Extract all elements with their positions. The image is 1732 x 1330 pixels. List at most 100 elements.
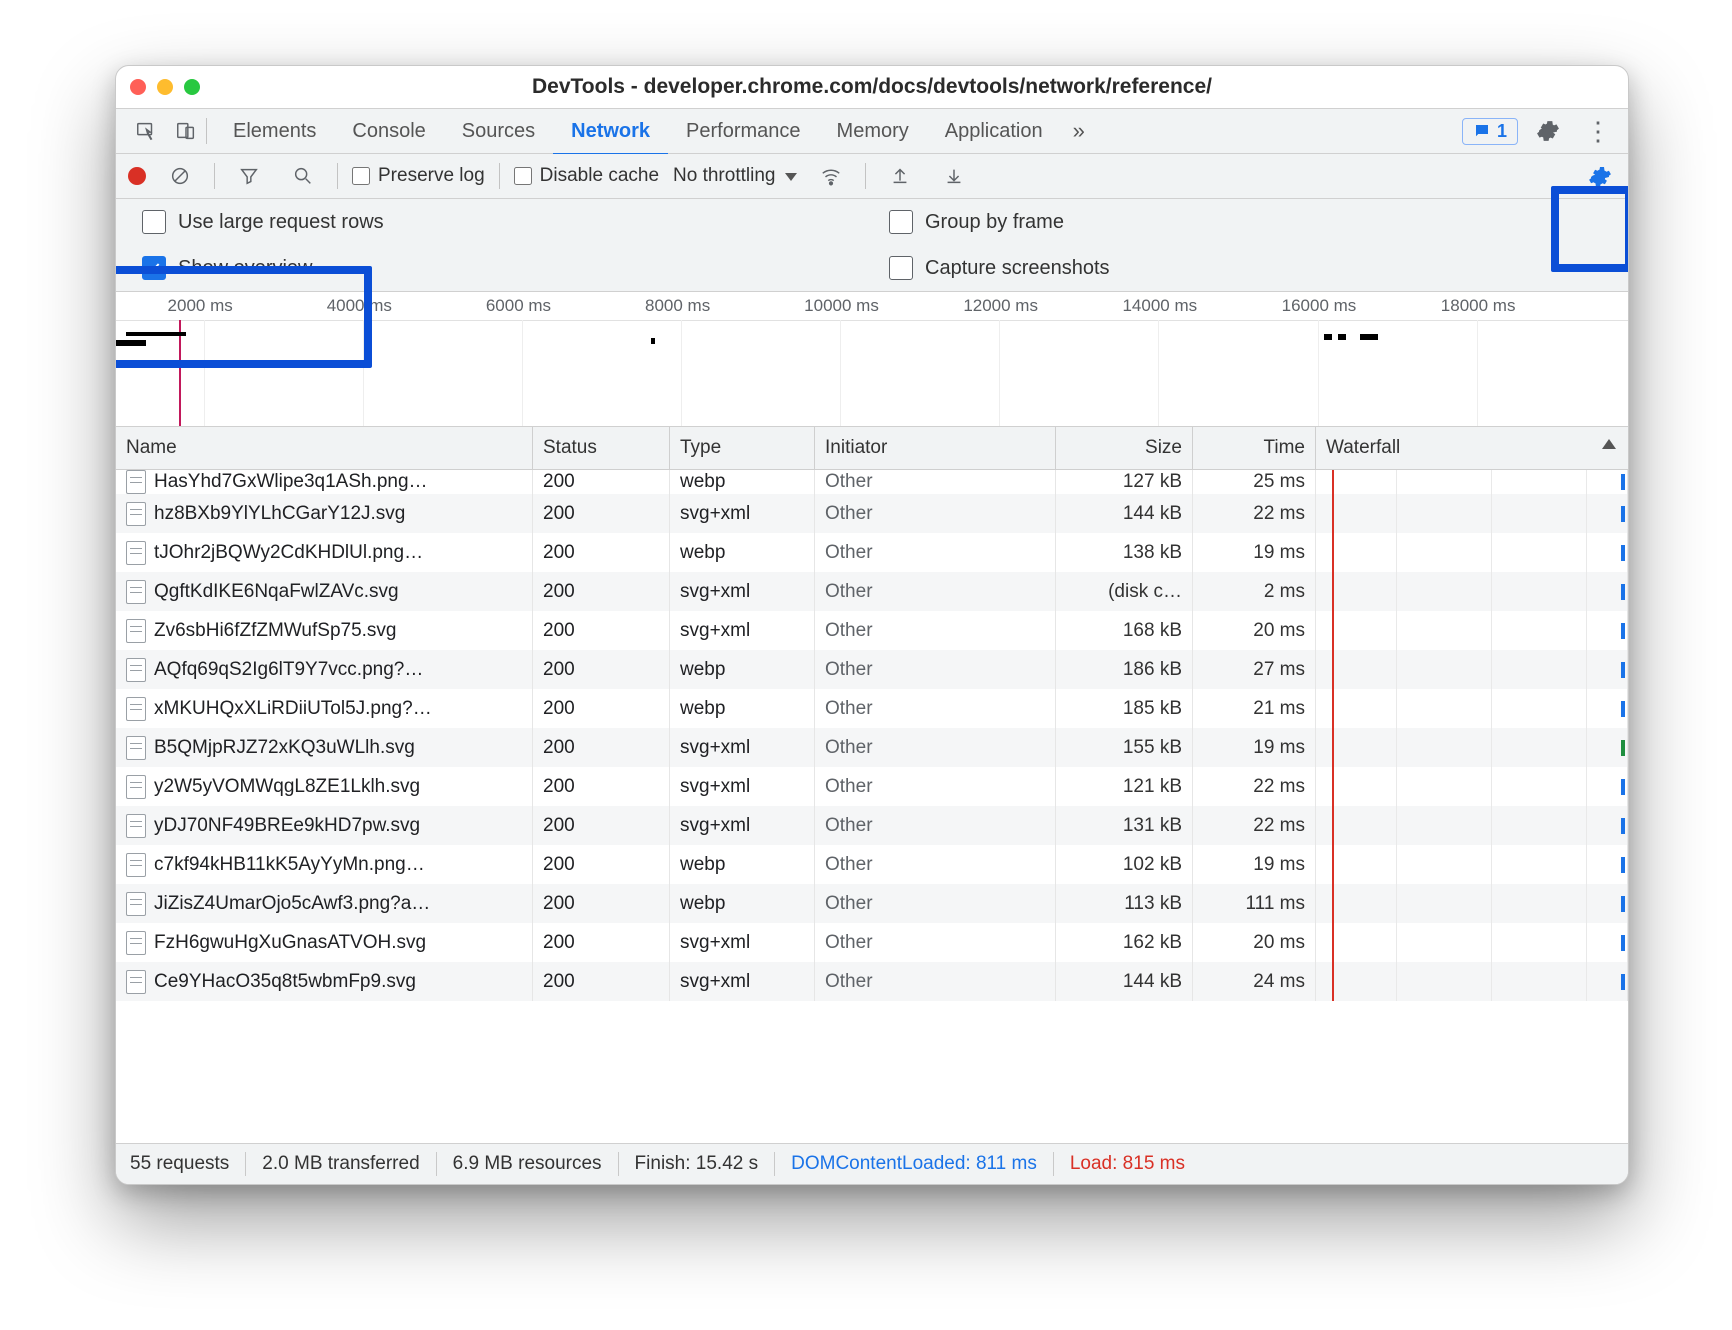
tab-elements[interactable]: Elements: [215, 109, 334, 156]
request-initiator: Other: [815, 533, 1056, 572]
table-row[interactable]: c7kf94kHB11kK5AyYyMn.png…200webpOther102…: [116, 845, 1628, 884]
group-by-frame-checkbox[interactable]: [889, 210, 913, 234]
preserve-log-checkbox[interactable]: Preserve log: [352, 165, 485, 187]
clear-icon[interactable]: [160, 159, 200, 193]
table-row[interactable]: y2W5yVOMWqgL8ZE1Lklh.svg200svg+xmlOther1…: [116, 767, 1628, 806]
table-row[interactable]: yDJ70NF49BREe9kHD7pw.svg200svg+xmlOther1…: [116, 806, 1628, 845]
col-initiator[interactable]: Initiator: [815, 427, 1056, 469]
gear-icon[interactable]: [1528, 114, 1568, 148]
table-row[interactable]: JiZisZ4UmarOjo5cAwf3.png?a…200webpOther1…: [116, 884, 1628, 923]
request-name: Ce9YHacO35q8t5wbmFp9.svg: [154, 971, 416, 993]
request-time: 19 ms: [1193, 728, 1316, 767]
capture-screenshots-label: Capture screenshots: [925, 257, 1110, 280]
col-waterfall[interactable]: Waterfall: [1316, 427, 1628, 469]
request-size: 102 kB: [1056, 845, 1193, 884]
throttling-select[interactable]: No throttling: [673, 165, 797, 187]
disable-cache-checkbox[interactable]: Disable cache: [514, 165, 659, 187]
table-row[interactable]: xMKUHQxXLiRDiiUTol5J.png?…200webpOther18…: [116, 689, 1628, 728]
tab-console[interactable]: Console: [334, 109, 443, 156]
issues-badge[interactable]: 1: [1462, 118, 1518, 145]
request-table[interactable]: HasYhd7GxWlipe3q1ASh.png…200webpOther127…: [116, 470, 1628, 1143]
request-initiator: Other: [815, 845, 1056, 884]
table-row[interactable]: AQfq69qS2Ig6lT9Y7vcc.png?…200webpOther18…: [116, 650, 1628, 689]
request-size: 113 kB: [1056, 884, 1193, 923]
file-icon: [126, 619, 146, 643]
col-time[interactable]: Time: [1193, 427, 1316, 469]
table-row[interactable]: QgftKdIKE6NqaFwlZAVc.svg200svg+xmlOther(…: [116, 572, 1628, 611]
table-row[interactable]: FzH6gwuHgXuGnasATVOH.svg200svg+xmlOther1…: [116, 923, 1628, 962]
filter-icon[interactable]: [229, 159, 269, 193]
status-requests: 55 requests: [130, 1153, 229, 1175]
more-tabs-button[interactable]: »: [1061, 118, 1097, 144]
network-settings-gear-icon[interactable]: [1582, 159, 1618, 195]
overview-tick: 12000 ms: [963, 296, 1038, 316]
inspect-element-icon[interactable]: [126, 114, 166, 148]
request-status: 200: [533, 962, 670, 1001]
overview-timeline[interactable]: 2000 ms4000 ms6000 ms8000 ms10000 ms1200…: [116, 292, 1628, 427]
tab-memory[interactable]: Memory: [819, 109, 927, 156]
show-overview-checkbox[interactable]: [142, 256, 166, 280]
request-size: (disk c…: [1056, 572, 1193, 611]
capture-screenshots-checkbox[interactable]: [889, 256, 913, 280]
request-size: 138 kB: [1056, 533, 1193, 572]
request-type: svg+xml: [670, 806, 815, 845]
request-waterfall: [1316, 611, 1628, 650]
request-type: webp: [670, 533, 815, 572]
col-status[interactable]: Status: [533, 427, 670, 469]
tab-list: ElementsConsoleSourcesNetworkPerformance…: [215, 109, 1061, 153]
request-type: svg+xml: [670, 494, 815, 533]
network-options: Use large request rows Group by frame Sh…: [116, 199, 1628, 292]
tab-performance[interactable]: Performance: [668, 109, 819, 156]
overview-tick: 6000 ms: [486, 296, 551, 316]
request-name: Zv6sbHi6fZfZMWufSp75.svg: [154, 620, 397, 642]
col-type[interactable]: Type: [670, 427, 815, 469]
table-row[interactable]: Ce9YHacO35q8t5wbmFp9.svg200svg+xmlOther1…: [116, 962, 1628, 1001]
request-waterfall: [1316, 884, 1628, 923]
tab-application[interactable]: Application: [927, 109, 1061, 156]
file-icon: [126, 658, 146, 682]
table-row[interactable]: tJOhr2jBQWy2CdKHDlUl.png…200webpOther138…: [116, 533, 1628, 572]
large-request-rows-checkbox[interactable]: [142, 210, 166, 234]
status-resources: 6.9 MB resources: [453, 1153, 602, 1175]
request-name: FzH6gwuHgXuGnasATVOH.svg: [154, 932, 426, 954]
col-size[interactable]: Size: [1056, 427, 1193, 469]
record-button[interactable]: [128, 167, 146, 185]
kebab-menu-icon[interactable]: ⋮: [1578, 114, 1618, 148]
request-size: 168 kB: [1056, 611, 1193, 650]
tab-network[interactable]: Network: [553, 109, 668, 156]
request-time: 20 ms: [1193, 923, 1316, 962]
request-status: 200: [533, 650, 670, 689]
request-waterfall: [1316, 689, 1628, 728]
request-initiator: Other: [815, 962, 1056, 1001]
request-size: 131 kB: [1056, 806, 1193, 845]
request-name: QgftKdIKE6NqaFwlZAVc.svg: [154, 581, 399, 603]
request-initiator: Other: [815, 728, 1056, 767]
file-icon: [126, 736, 146, 760]
search-icon[interactable]: [283, 159, 323, 193]
table-row[interactable]: hz8BXb9YlYLhCGarY12J.svg200svg+xmlOther1…: [116, 494, 1628, 533]
request-waterfall: [1316, 806, 1628, 845]
tab-sources[interactable]: Sources: [444, 109, 553, 156]
request-time: 111 ms: [1193, 884, 1316, 923]
table-row[interactable]: HasYhd7GxWlipe3q1ASh.png…200webpOther127…: [116, 470, 1628, 494]
upload-har-icon[interactable]: [880, 159, 920, 193]
request-type: svg+xml: [670, 767, 815, 806]
overview-tick: 2000 ms: [168, 296, 233, 316]
request-initiator: Other: [815, 767, 1056, 806]
device-toolbar-icon[interactable]: [166, 114, 206, 148]
table-row[interactable]: Zv6sbHi6fZfZMWufSp75.svg200svg+xmlOther1…: [116, 611, 1628, 650]
request-type: svg+xml: [670, 611, 815, 650]
request-name: xMKUHQxXLiRDiiUTol5J.png?…: [154, 698, 432, 720]
request-time: 27 ms: [1193, 650, 1316, 689]
file-icon: [126, 814, 146, 838]
request-name: hz8BXb9YlYLhCGarY12J.svg: [154, 503, 405, 525]
request-status: 200: [533, 494, 670, 533]
request-waterfall: [1316, 470, 1628, 494]
network-conditions-icon[interactable]: [811, 159, 851, 193]
request-size: 186 kB: [1056, 650, 1193, 689]
col-name[interactable]: Name: [116, 427, 533, 469]
large-request-rows-label: Use large request rows: [178, 211, 384, 234]
table-row[interactable]: B5QMjpRJZ72xKQ3uWLlh.svg200svg+xmlOther1…: [116, 728, 1628, 767]
overview-tick: 14000 ms: [1122, 296, 1197, 316]
download-har-icon[interactable]: [934, 159, 974, 193]
